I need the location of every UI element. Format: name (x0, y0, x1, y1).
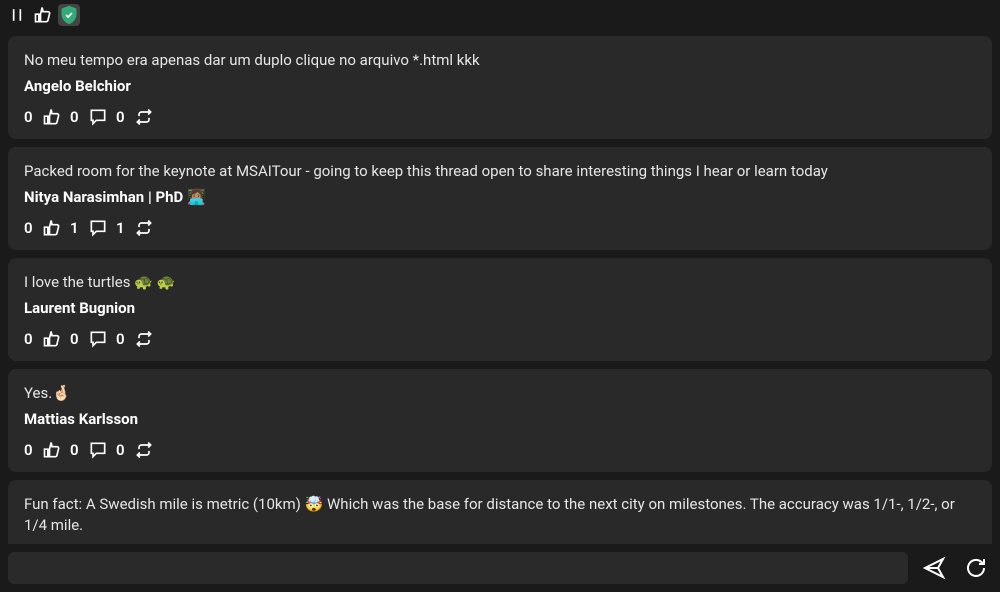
post-author: Nitya Narasimhan | PhD 👩🏽‍💻 (24, 188, 976, 206)
shield-check-icon (59, 5, 79, 25)
post-actions: 0 1 1 (24, 218, 976, 238)
up-count: 1 (70, 219, 80, 237)
post-author: Angelo Belchior (24, 77, 976, 95)
post[interactable]: No meu tempo era apenas dar um duplo cli… (8, 36, 992, 139)
post-text: No meu tempo era apenas dar um duplo cli… (24, 50, 976, 71)
post[interactable]: Packed room for the keynote at MSAITour … (8, 147, 992, 250)
refresh-button[interactable] (960, 552, 992, 584)
post-text: Fun fact: A Swedish mile is metric (10km… (24, 494, 976, 536)
up-count: 0 (70, 108, 80, 126)
post-text: Yes.🤞🏻 (24, 383, 976, 404)
post[interactable]: Yes.🤞🏻 Mattias Karlsson 0 0 0 (8, 369, 992, 472)
post[interactable]: I love the turtles 🐢 🐢 Laurent Bugnion 0… (8, 258, 992, 361)
comment-count: 0 (116, 108, 126, 126)
repost-icon[interactable] (134, 107, 154, 127)
compose-input[interactable] (8, 552, 908, 584)
thumbs-up-icon[interactable] (42, 218, 62, 238)
thumbs-up-icon[interactable] (42, 329, 62, 349)
post[interactable]: Fun fact: A Swedish mile is metric (10km… (8, 480, 992, 544)
top-toolbar (0, 0, 1000, 30)
comment-icon[interactable] (88, 107, 108, 127)
comment-icon[interactable] (88, 440, 108, 460)
like-count: 0 (24, 330, 34, 348)
post-actions: 0 0 0 (24, 440, 976, 460)
repost-icon[interactable] (134, 329, 154, 349)
comment-count: 1 (116, 219, 126, 237)
like-count: 0 (24, 219, 34, 237)
post-actions: 0 0 0 (24, 107, 976, 127)
thumbs-up-icon (33, 5, 53, 25)
post-text: I love the turtles 🐢 🐢 (24, 272, 976, 293)
like-count: 0 (24, 441, 34, 459)
send-button[interactable] (918, 552, 950, 584)
like-filter-button[interactable] (32, 4, 54, 26)
post-author: Mattias Karlsson (24, 410, 976, 428)
post-text: Packed room for the keynote at MSAITour … (24, 161, 976, 182)
send-icon (922, 556, 946, 580)
up-count: 0 (70, 441, 80, 459)
pause-button[interactable] (6, 4, 28, 26)
repost-icon[interactable] (134, 440, 154, 460)
comment-count: 0 (116, 441, 126, 459)
thumbs-up-icon[interactable] (42, 107, 62, 127)
comment-count: 0 (116, 330, 126, 348)
up-count: 0 (70, 330, 80, 348)
post-feed: No meu tempo era apenas dar um duplo cli… (0, 30, 1000, 544)
comment-icon[interactable] (88, 218, 108, 238)
comment-icon[interactable] (88, 329, 108, 349)
shield-filter-button[interactable] (58, 4, 80, 26)
repost-icon[interactable] (134, 218, 154, 238)
refresh-icon (964, 556, 988, 580)
composer-bar (0, 544, 1000, 592)
post-actions: 0 0 0 (24, 329, 976, 349)
thumbs-up-icon[interactable] (42, 440, 62, 460)
pause-icon (7, 5, 27, 25)
like-count: 0 (24, 108, 34, 126)
post-author: Laurent Bugnion (24, 299, 976, 317)
